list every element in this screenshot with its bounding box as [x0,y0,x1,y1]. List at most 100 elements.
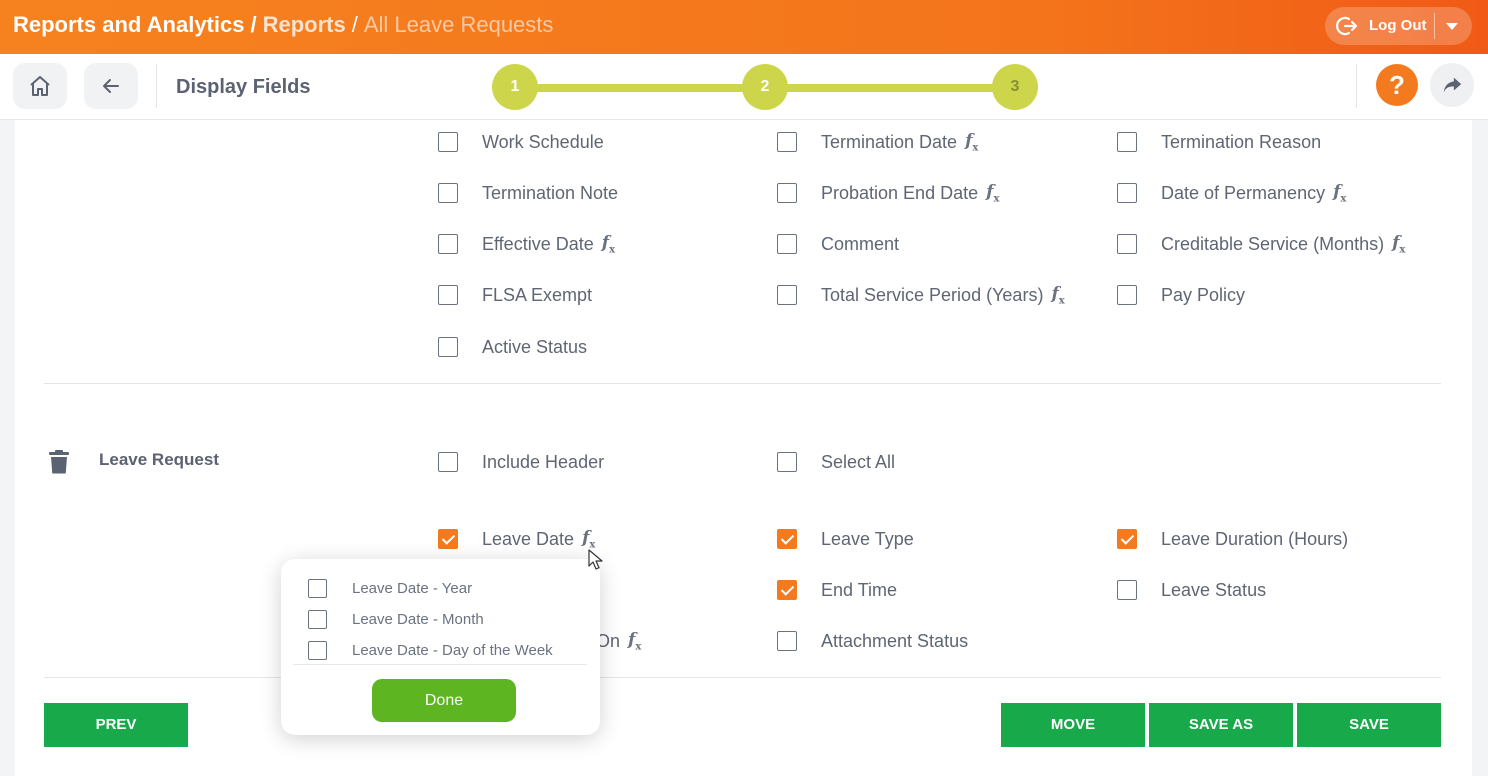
checkbox[interactable] [308,609,327,629]
checkbox[interactable] [308,578,327,598]
checkbox[interactable] [777,285,797,305]
popover-divider [293,664,587,665]
logout-label: Log Out [1369,17,1427,34]
checkbox-checked[interactable] [777,580,797,600]
include-header-checkbox[interactable]: Include Header [438,450,604,474]
step-1[interactable]: 1 [492,64,538,110]
field-option[interactable]: Leave Duration (Hours) [1117,527,1348,551]
checkbox[interactable] [1117,580,1137,600]
field-label: Pay Policy [1161,284,1246,305]
field-option[interactable]: Work Schedule [438,130,604,154]
breadcrumb-reports-analytics[interactable]: Reports and Analytics [13,12,244,37]
formula-subscript: x [609,244,616,256]
field-option[interactable]: Effective Date fx [438,232,615,256]
select-all-checkbox[interactable]: Select All [777,450,895,474]
formula-icon[interactable]: fx [1392,233,1405,255]
section-divider [44,677,1441,678]
field-label: Attachment Status [821,630,969,651]
field-option[interactable]: Attachment Status [777,629,968,653]
back-button[interactable] [84,63,138,109]
logout-divider [1434,13,1435,39]
logout-button[interactable]: Log Out [1325,7,1472,45]
field-label: Effective Date [482,233,594,254]
popover-option-day-of-week[interactable]: Leave Date - Day of the Week [308,640,553,660]
checkbox[interactable] [1117,285,1137,305]
field-option[interactable]: Comment [777,232,899,256]
field-label: Date of Permanency [1161,182,1326,203]
field-option[interactable]: Total Service Period (Years) fx [777,283,1065,307]
checkbox[interactable] [438,132,458,152]
field-option[interactable]: Termination Date fx [777,130,978,154]
home-button[interactable] [13,63,67,109]
trash-icon[interactable] [49,450,69,474]
checkbox[interactable] [777,452,797,472]
formula-icon[interactable]: fx [965,131,978,153]
mouse-cursor-icon [588,549,603,570]
option-label: Leave Date - Month [352,610,484,628]
formula-icon[interactable]: fx [1051,284,1064,306]
field-option[interactable]: End Time [777,578,897,602]
field-option[interactable]: Date of Permanency fx [1117,181,1346,205]
share-icon [1443,77,1462,93]
step-2[interactable]: 2 [742,64,788,110]
save-button[interactable]: SAVE [1297,703,1441,747]
checkbox-checked[interactable] [777,529,797,549]
field-option[interactable]: Pay Policy [1117,283,1245,307]
breadcrumb: Reports and Analytics / Reports / All Leave … [13,12,553,38]
popover-option-year[interactable]: Leave Date - Year [308,578,472,598]
field-label: Termination Note [482,182,619,203]
checkbox[interactable] [1117,234,1137,254]
checkbox[interactable] [777,234,797,254]
checkbox[interactable] [438,452,458,472]
sub-header: Display Fields 1 2 3 ? [0,54,1488,120]
checkbox-checked[interactable] [1117,529,1137,549]
prev-button[interactable]: PREV [44,703,188,747]
step-3[interactable]: 3 [992,64,1038,110]
checkbox[interactable] [438,337,458,357]
breadcrumb-separator: / [250,12,257,37]
breadcrumb-reports[interactable]: Reports [263,12,346,37]
field-option[interactable]: Active Status [438,335,587,359]
chevron-down-icon[interactable] [1446,23,1458,30]
section-title-leave-request: Leave Request [99,450,219,469]
checkbox[interactable] [1117,132,1137,152]
save-as-button[interactable]: SAVE AS [1149,703,1293,747]
field-option[interactable]: Creditable Service (Months) fx [1117,232,1405,256]
checkbox[interactable] [308,640,327,660]
checkbox[interactable] [777,183,797,203]
arrow-left-icon [103,79,119,93]
field-option[interactable]: Leave Type [777,527,914,551]
popover-option-month[interactable]: Leave Date - Month [308,609,484,629]
help-button[interactable]: ? [1376,64,1418,106]
field-option[interactable]: Termination Reason [1117,130,1321,154]
checkbox[interactable] [438,285,458,305]
field-option[interactable]: Termination Note [438,181,618,205]
field-option[interactable]: On fx [596,629,641,653]
checkbox[interactable] [438,234,458,254]
field-option[interactable]: FLSA Exempt [438,283,592,307]
checkbox-checked[interactable] [438,529,458,549]
formula-subscript: x [993,193,1000,205]
field-label: FLSA Exempt [482,284,593,305]
field-label: Select All [821,451,896,472]
formula-icon[interactable]: fx [628,630,641,652]
formula-icon[interactable]: fx [1333,182,1346,204]
field-label: Total Service Period (Years) [821,284,1044,305]
field-option[interactable]: Probation End Date fx [777,181,999,205]
checkbox[interactable] [438,183,458,203]
formula-symbol: f [1051,283,1059,304]
checkbox[interactable] [777,132,797,152]
field-option[interactable]: Leave Date fx [438,527,595,551]
formula-icon[interactable]: fx [582,528,595,550]
done-button[interactable]: Done [372,679,516,722]
checkbox[interactable] [1117,183,1137,203]
field-label: Creditable Service (Months) [1161,233,1385,254]
move-button[interactable]: MOVE [1001,703,1145,747]
option-label: Leave Date - Day of the Week [352,641,553,659]
formula-icon[interactable]: fx [602,233,615,255]
formula-symbol: f [601,232,610,253]
share-button[interactable] [1430,63,1474,107]
checkbox[interactable] [777,631,797,651]
formula-icon[interactable]: fx [986,182,999,204]
field-option[interactable]: Leave Status [1117,578,1266,602]
